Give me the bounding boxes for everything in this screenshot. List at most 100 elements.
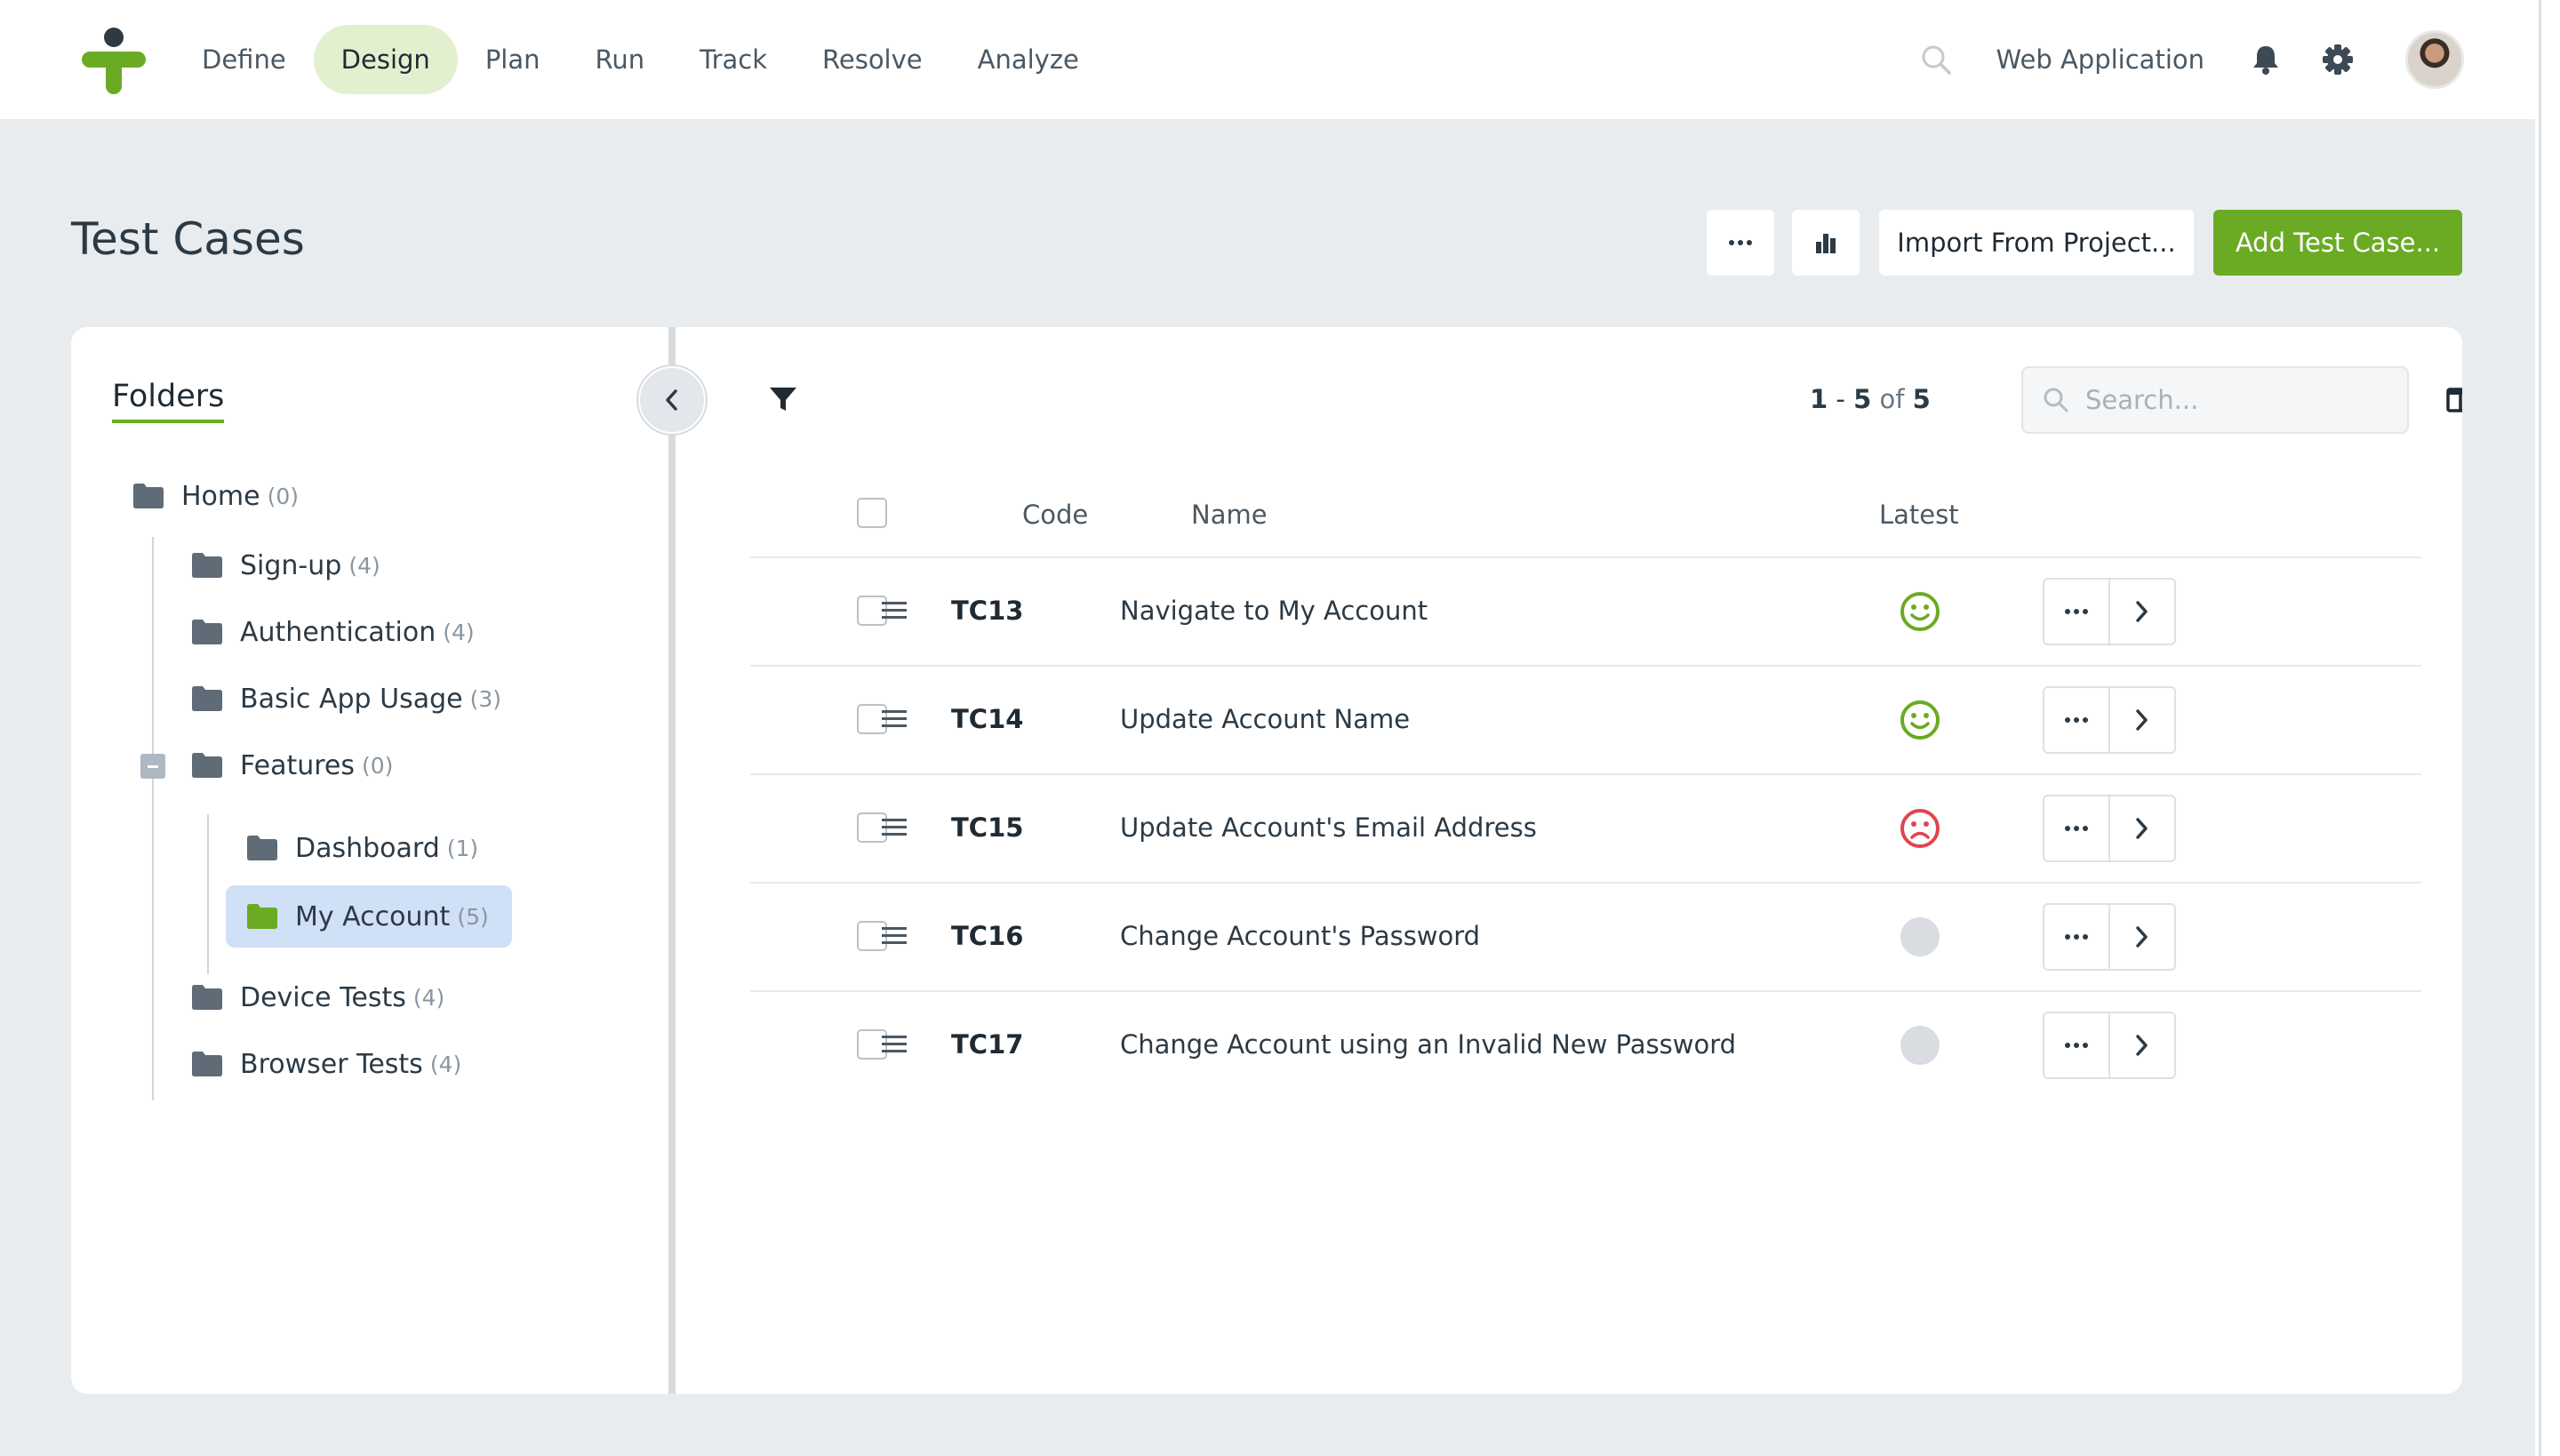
table-search — [2021, 366, 2409, 434]
more-actions-button[interactable] — [1707, 210, 1774, 276]
collapse-folders-button[interactable] — [638, 366, 706, 434]
search-input[interactable] — [2085, 385, 2388, 415]
page-scrollbar[interactable] — [2535, 0, 2560, 1456]
folder-authentication[interactable]: Authentication (4) — [192, 604, 475, 660]
pagination-info: 1 - 5 of 5 — [1810, 384, 1931, 414]
more-dots-icon — [2065, 934, 2088, 940]
table-row[interactable]: TC14 Update Account Name — [750, 665, 2421, 773]
table-row[interactable]: TC17 Change Account using an Invalid New… — [750, 990, 2421, 1099]
folder-count: (5) — [457, 903, 489, 930]
folder-basic-app-usage[interactable]: Basic App Usage (3) — [192, 670, 501, 727]
main-nav: Define Design Plan Run Track Resolve Ana… — [174, 25, 1107, 94]
nav-run[interactable]: Run — [568, 25, 673, 94]
table-row[interactable]: TC16 Change Account's Password — [750, 882, 2421, 990]
more-dots-icon — [2065, 717, 2088, 723]
column-header-name[interactable]: Name — [1191, 500, 1268, 530]
nav-define[interactable]: Define — [174, 25, 314, 94]
nav-design[interactable]: Design — [313, 25, 458, 94]
test-name[interactable]: Change Account using an Invalid New Pass… — [1120, 1029, 1736, 1060]
folders-title: Folders — [112, 379, 225, 423]
user-avatar[interactable] — [2405, 30, 2464, 89]
statistics-button[interactable] — [1792, 210, 1860, 276]
more-dots-icon — [2065, 1043, 2088, 1048]
drag-handle-icon[interactable] — [882, 924, 907, 948]
folder-icon — [192, 686, 222, 711]
columns-layout-icon[interactable] — [2446, 388, 2462, 412]
folder-sign-up[interactable]: Sign-up (4) — [192, 537, 380, 594]
drag-handle-icon[interactable] — [882, 1032, 907, 1057]
test-code: TC15 — [951, 812, 1024, 843]
table-row[interactable]: TC15 Update Account's Email Address — [750, 773, 2421, 882]
folder-label: Device Tests — [240, 981, 406, 1013]
add-test-case-button[interactable]: Add Test Case... — [2213, 210, 2462, 276]
folder-my-account[interactable]: My Account (5) — [226, 885, 512, 948]
logo-icon[interactable] — [82, 27, 146, 94]
test-name[interactable]: Navigate to My Account — [1120, 596, 1428, 626]
import-from-project-button[interactable]: Import From Project... — [1879, 210, 2194, 276]
row-open-button[interactable] — [2108, 578, 2176, 645]
column-header-latest[interactable]: Latest — [1879, 500, 1959, 530]
folder-count: (4) — [429, 1051, 462, 1077]
folder-icon — [192, 553, 222, 578]
test-name[interactable]: Update Account's Email Address — [1120, 812, 1537, 843]
folder-icon — [192, 753, 222, 778]
folder-count: (0) — [267, 483, 300, 509]
bar-chart-icon — [1816, 234, 1836, 253]
folder-icon — [247, 836, 277, 860]
nav-analyze[interactable]: Analyze — [950, 25, 1107, 94]
nav-resolve[interactable]: Resolve — [795, 25, 950, 94]
top-navigation-bar: Define Design Plan Run Track Resolve Ana… — [0, 0, 2535, 119]
pager-total: 5 — [1912, 384, 1931, 414]
more-dots-icon — [2065, 609, 2088, 614]
drag-handle-icon[interactable] — [882, 598, 907, 623]
test-code: TC17 — [951, 1029, 1024, 1060]
test-name[interactable]: Update Account Name — [1120, 704, 1410, 734]
row-more-button[interactable] — [2043, 686, 2110, 754]
folder-label: Dashboard — [295, 832, 440, 864]
chevron-right-icon — [2136, 709, 2148, 731]
gear-icon[interactable] — [2322, 44, 2354, 76]
folder-count: (4) — [443, 619, 475, 645]
collapse-features-toggle[interactable] — [140, 754, 165, 779]
search-icon — [2044, 388, 2068, 412]
folder-dashboard[interactable]: Dashboard (1) — [247, 820, 478, 876]
folder-label: My Account — [295, 900, 451, 932]
folder-browser-tests[interactable]: Browser Tests (4) — [192, 1036, 461, 1092]
row-open-button[interactable] — [2108, 903, 2176, 971]
test-cases-card: Folders Home (0) Sign-up (4) Authenticat… — [71, 327, 2462, 1394]
failed-frown-icon — [1900, 809, 1940, 848]
row-more-button[interactable] — [2043, 578, 2110, 645]
column-header-code[interactable]: Code — [1022, 500, 1088, 530]
folder-device-tests[interactable]: Device Tests (4) — [192, 969, 444, 1026]
folder-count: (3) — [469, 685, 501, 712]
row-open-button[interactable] — [2108, 1012, 2176, 1079]
folder-home[interactable]: Home (0) — [133, 468, 299, 524]
passed-smiley-icon — [1900, 592, 1940, 631]
chevron-left-icon — [666, 389, 677, 411]
drag-handle-icon[interactable] — [882, 815, 907, 840]
test-name[interactable]: Change Account's Password — [1120, 921, 1480, 951]
filter-icon[interactable] — [768, 384, 798, 414]
chevron-right-icon — [2136, 601, 2148, 622]
row-more-button[interactable] — [2043, 1012, 2110, 1079]
bell-icon[interactable] — [2251, 44, 2281, 76]
panel-splitter[interactable] — [668, 327, 676, 1394]
folder-icon — [247, 904, 277, 929]
row-open-button[interactable] — [2108, 686, 2176, 754]
search-icon[interactable] — [1918, 42, 1954, 77]
page-title: Test Cases — [71, 213, 305, 265]
folder-count: (1) — [446, 835, 479, 861]
not-run-circle-icon — [1900, 917, 1940, 956]
nav-plan[interactable]: Plan — [458, 25, 568, 94]
folder-features[interactable]: Features (0) — [192, 737, 393, 794]
row-more-button[interactable] — [2043, 795, 2110, 862]
select-all-checkbox[interactable] — [857, 498, 887, 528]
nav-track[interactable]: Track — [672, 25, 795, 94]
project-selector[interactable]: Web Application — [1996, 44, 2204, 75]
table-row[interactable]: TC13 Navigate to My Account — [750, 556, 2421, 665]
row-open-button[interactable] — [2108, 795, 2176, 862]
test-code: TC13 — [951, 596, 1024, 626]
row-more-button[interactable] — [2043, 903, 2110, 971]
drag-handle-icon[interactable] — [882, 707, 907, 732]
folder-label: Basic App Usage — [240, 683, 463, 715]
